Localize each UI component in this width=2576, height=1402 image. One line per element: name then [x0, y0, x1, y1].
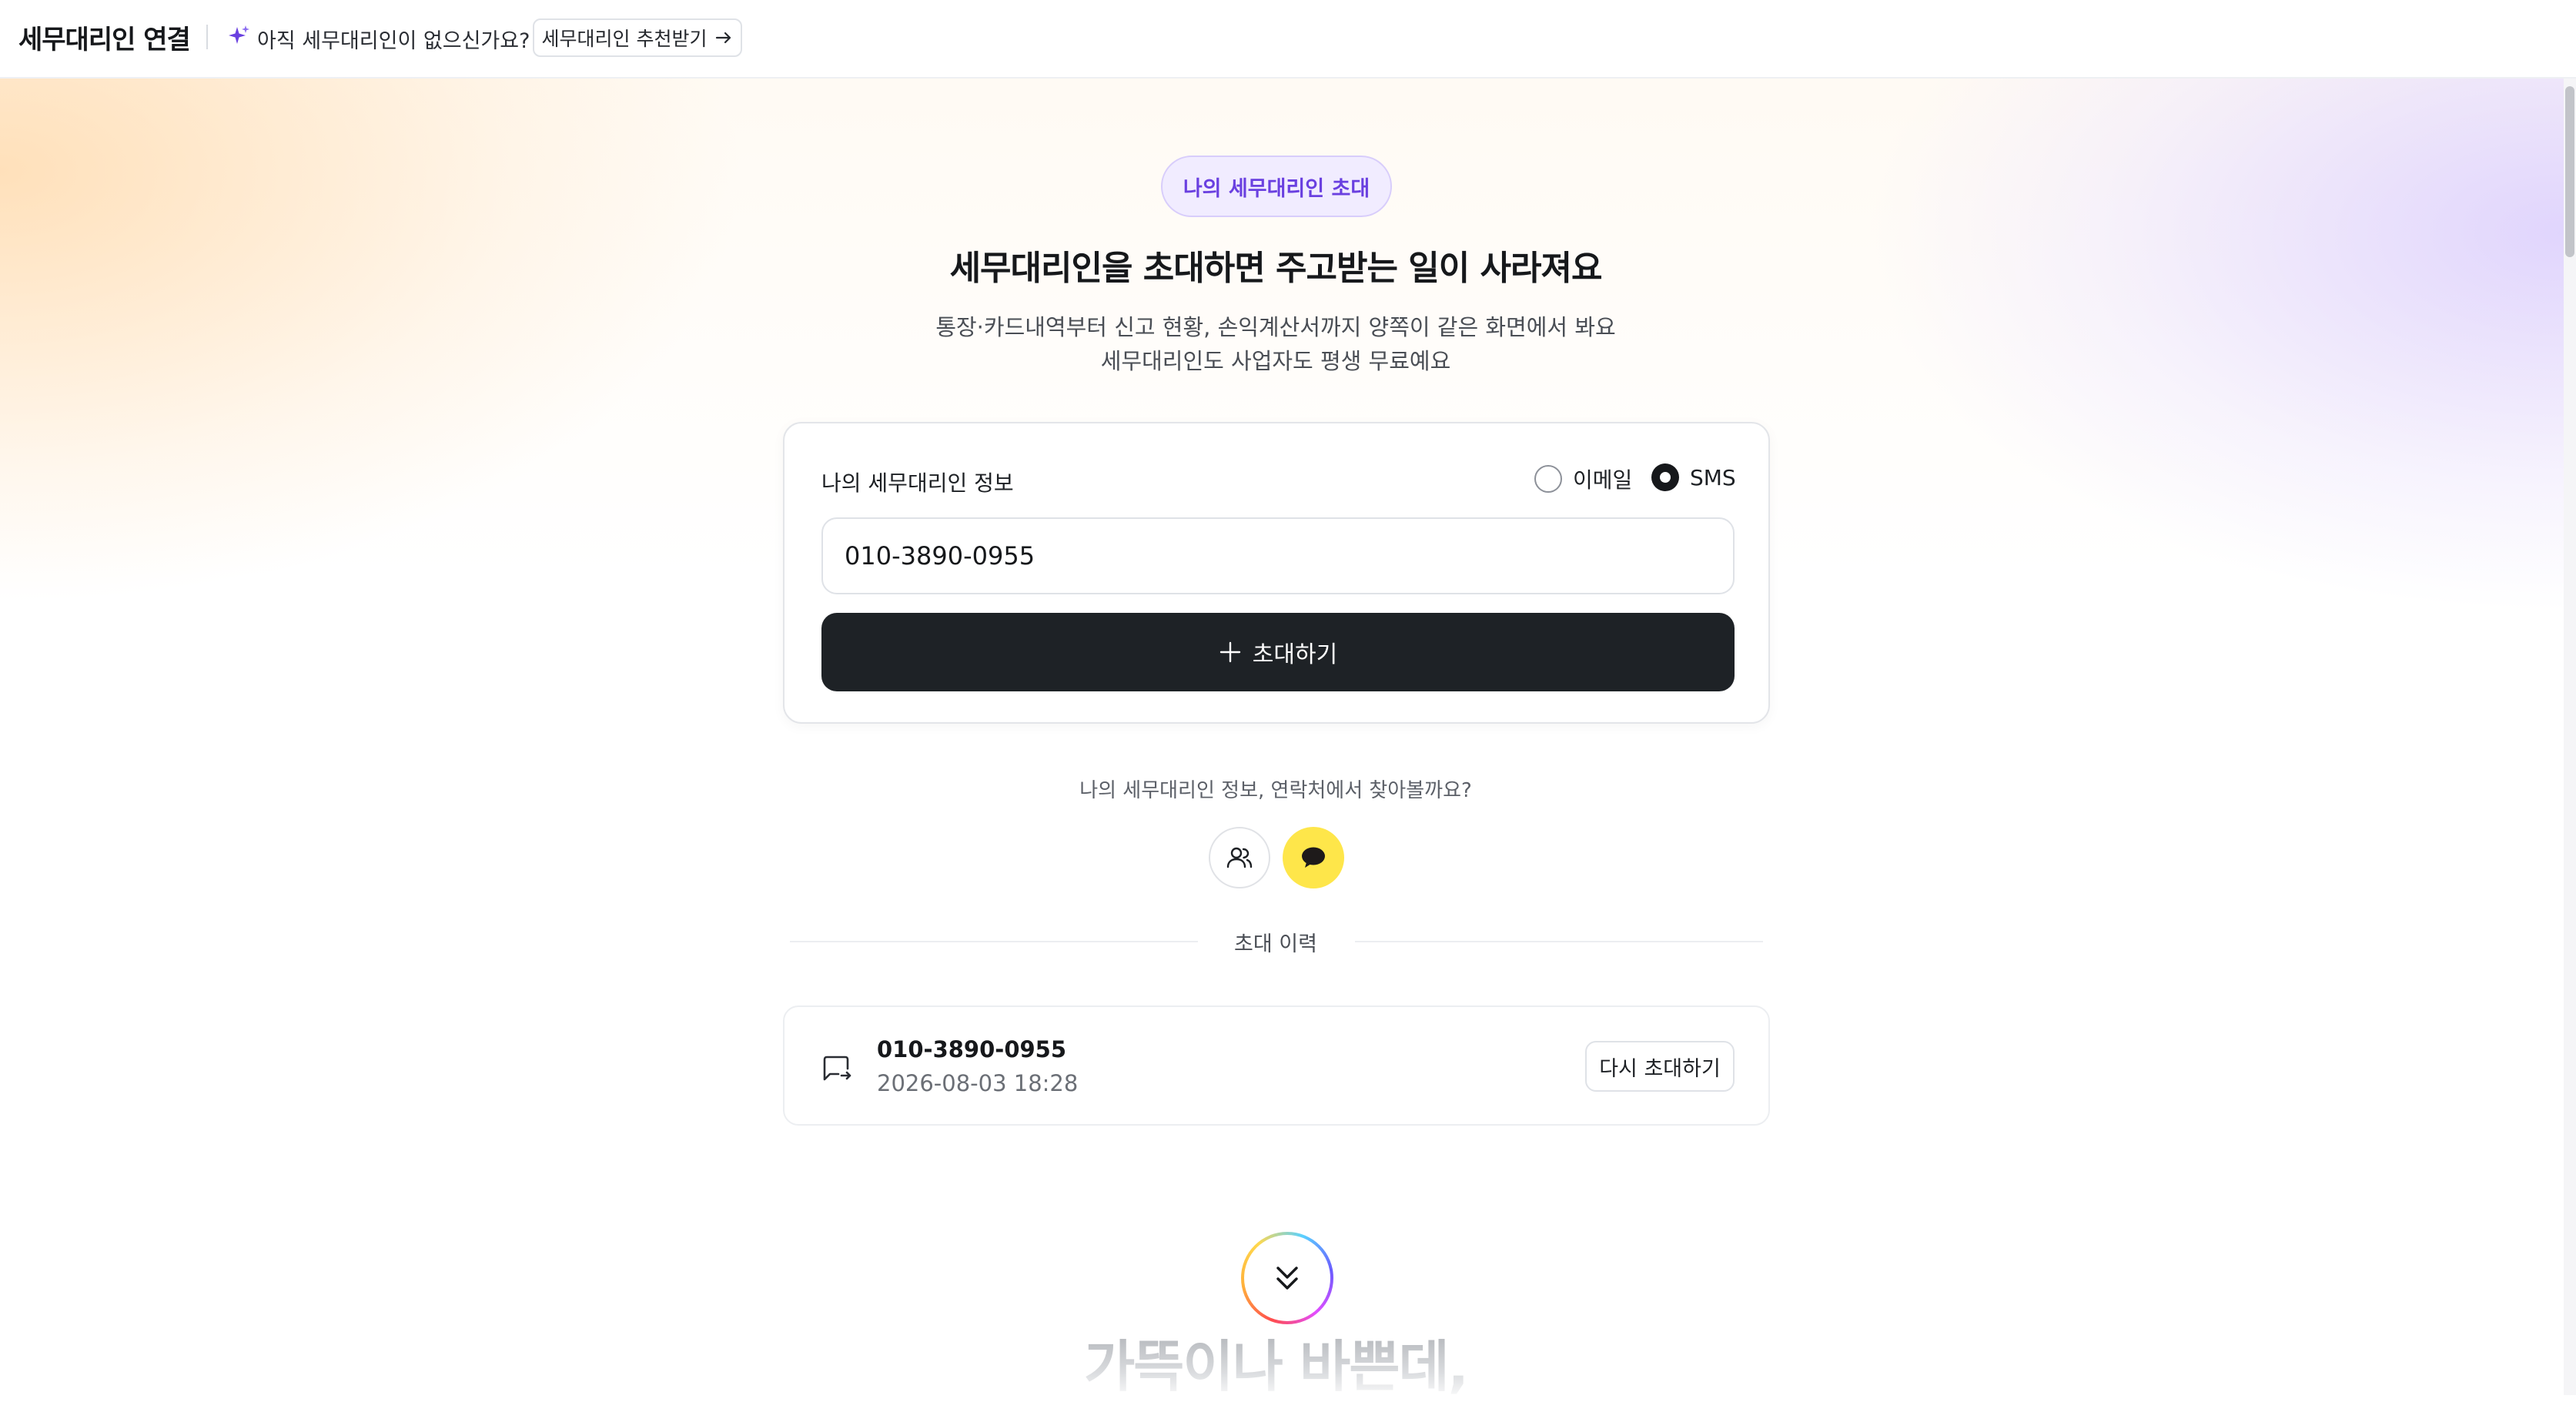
reinvite-button[interactable]: 다시 초대하기	[1585, 1041, 1735, 1092]
sparkle-icon	[229, 25, 249, 44]
form-label: 나의 세무대리인 정보	[821, 470, 1014, 496]
page-title: 세무대리인 연결	[18, 25, 191, 55]
history-item: 010-3890-0955 2026-08-03 18:28 다시 초대하기	[783, 1005, 1770, 1126]
radio-email-label: 이메일	[1573, 467, 1633, 493]
radio-email-circle	[1534, 465, 1562, 493]
radio-email[interactable]: 이메일	[1534, 463, 1632, 494]
kakaotalk-button[interactable]	[1283, 827, 1344, 888]
history-phone: 010-3890-0955	[877, 1036, 1067, 1062]
scroll-down-button[interactable]	[1241, 1232, 1333, 1324]
history-date: 2026-08-03 18:28	[877, 1070, 1079, 1096]
message-sent-icon	[823, 1056, 851, 1081]
find-contacts-prompt: 나의 세무대리인 정보, 연락처에서 찾아볼까요?	[1079, 779, 1472, 802]
radio-sms-label: SMS	[1690, 464, 1736, 490]
top-bar: 세무대리인 연결 아직 세무대리인이 없으신가요? 세무대리인 추천받기	[0, 0, 2576, 79]
scroll-down-inner	[1244, 1235, 1330, 1321]
hero-subtitle-line-1: 통장·카드내역부터 신고 현황, 손익계산서까지 양쪽이 같은 화면에서 봐요	[935, 314, 1616, 340]
radio-sms[interactable]: SMS	[1651, 463, 1736, 491]
invite-form-card: 나의 세무대리인 정보 이메일 SMS 초대하기	[783, 422, 1770, 724]
arrow-right-icon	[716, 32, 731, 44]
phone-input[interactable]	[821, 517, 1735, 594]
teaser-heading: 가뜩이나 바쁜데,	[0, 1321, 2551, 1402]
header-divider	[206, 25, 208, 49]
recommend-button[interactable]: 세무대리인 추천받기	[533, 18, 742, 57]
scrollbar-thumb[interactable]	[2565, 86, 2574, 257]
plus-icon	[1219, 641, 1240, 663]
scrollbar-track[interactable]	[2564, 79, 2576, 1395]
double-chevron-down-icon	[1276, 1266, 1298, 1290]
promo-text: 아직 세무대리인이 없으신가요?	[257, 29, 530, 53]
contacts-button[interactable]	[1209, 827, 1270, 888]
radio-sms-circle	[1651, 463, 1679, 491]
invite-button-label: 초대하기	[1252, 641, 1338, 668]
hero-subtitle-line-2: 세무대리인도 사업자도 평생 무료예요	[1100, 348, 1451, 374]
invite-badge: 나의 세무대리인 초대	[1161, 156, 1392, 217]
invite-button[interactable]: 초대하기	[821, 613, 1735, 691]
contacts-icon	[1226, 847, 1253, 868]
history-title: 초대 이력	[1234, 932, 1317, 956]
kakaotalk-icon	[1302, 847, 1325, 868]
recommend-button-label: 세무대리인 추천받기	[541, 28, 708, 50]
hero-headline: 세무대리인을 초대하면 주고받는 일이 사라져요	[949, 249, 1603, 288]
